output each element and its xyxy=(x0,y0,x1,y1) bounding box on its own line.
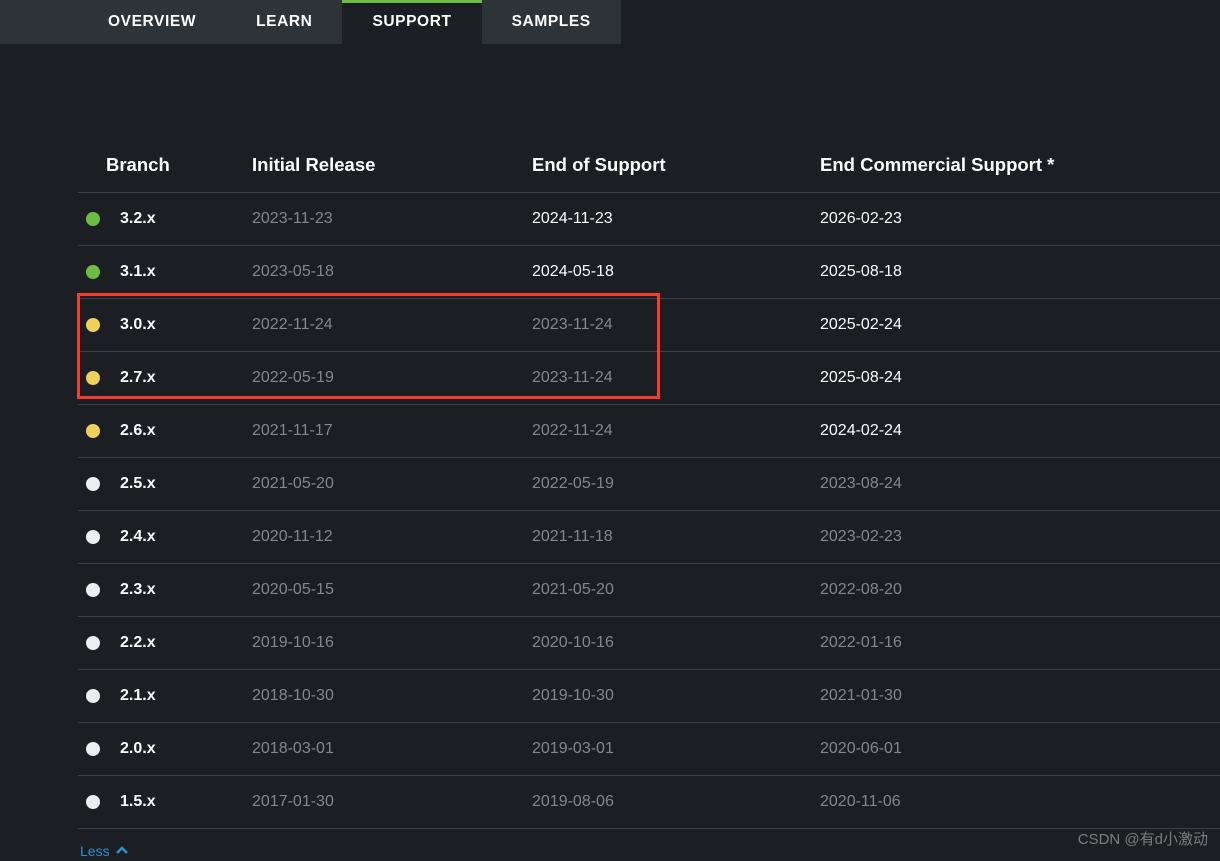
table-row: 2.5.x2021-05-202022-05-192023-08-24 xyxy=(78,458,1220,511)
status-dot-icon xyxy=(86,636,100,650)
chevron-up-icon xyxy=(116,845,128,857)
end-commercial-support-cell: 2025-08-24 xyxy=(820,369,1220,387)
status-dot-icon xyxy=(86,371,100,385)
table-row: 3.2.x2023-11-232024-11-232026-02-23 xyxy=(78,193,1220,246)
status-dot-icon xyxy=(86,742,100,756)
branch-name[interactable]: 2.3.x xyxy=(78,581,252,599)
table-row: 3.1.x2023-05-182024-05-182025-08-18 xyxy=(78,246,1220,299)
table-row: 1.5.x2017-01-302019-08-062020-11-06 xyxy=(78,776,1220,829)
status-dot-icon xyxy=(86,795,100,809)
end-commercial-support-cell: 2025-08-18 xyxy=(820,263,1220,281)
branch-name[interactable]: 3.0.x xyxy=(78,316,252,334)
status-dot-icon xyxy=(86,212,100,226)
branch-name[interactable]: 2.1.x xyxy=(78,687,252,705)
tab-support[interactable]: SUPPORT xyxy=(342,0,481,44)
tabs-bar: OVERVIEW LEARN SUPPORT SAMPLES xyxy=(78,0,621,44)
initial-release-cell: 2020-11-12 xyxy=(252,528,532,546)
end-of-support-cell: 2021-11-18 xyxy=(532,528,820,546)
branch-name[interactable]: 2.0.x xyxy=(78,740,252,758)
branch-name[interactable]: 2.5.x xyxy=(78,475,252,493)
branch-name[interactable]: 3.1.x xyxy=(78,263,252,281)
initial-release-cell: 2019-10-16 xyxy=(252,634,532,652)
tab-overview[interactable]: OVERVIEW xyxy=(78,0,226,44)
status-dot-icon xyxy=(86,477,100,491)
branch-name[interactable]: 2.7.x xyxy=(78,369,252,387)
end-of-support-cell: 2023-11-24 xyxy=(532,316,820,334)
table-row: 2.1.x2018-10-302019-10-302021-01-30 xyxy=(78,670,1220,723)
end-of-support-cell: 2020-10-16 xyxy=(532,634,820,652)
th-initial: Initial Release xyxy=(252,154,532,176)
initial-release-cell: 2023-11-23 xyxy=(252,210,532,228)
status-dot-icon xyxy=(86,689,100,703)
watermark-text: CSDN @有d小激动 xyxy=(1078,828,1208,849)
end-of-support-cell: 2024-05-18 xyxy=(532,263,820,281)
end-of-support-cell: 2022-05-19 xyxy=(532,475,820,493)
status-dot-icon xyxy=(86,583,100,597)
tab-learn[interactable]: LEARN xyxy=(226,0,342,44)
end-commercial-support-cell: 2025-02-24 xyxy=(820,316,1220,334)
initial-release-cell: 2021-11-17 xyxy=(252,422,532,440)
end-of-support-cell: 2022-11-24 xyxy=(532,422,820,440)
end-of-support-cell: 2019-08-06 xyxy=(532,793,820,811)
status-dot-icon xyxy=(86,265,100,279)
initial-release-cell: 2021-05-20 xyxy=(252,475,532,493)
table-row: 2.2.x2019-10-162020-10-162022-01-16 xyxy=(78,617,1220,670)
table-row: 2.6.x2021-11-172022-11-242024-02-24 xyxy=(78,405,1220,458)
end-of-support-cell: 2019-03-01 xyxy=(532,740,820,758)
initial-release-cell: 2018-10-30 xyxy=(252,687,532,705)
initial-release-cell: 2022-05-19 xyxy=(252,369,532,387)
initial-release-cell: 2017-01-30 xyxy=(252,793,532,811)
status-dot-icon xyxy=(86,530,100,544)
initial-release-cell: 2020-05-15 xyxy=(252,581,532,599)
end-of-support-cell: 2023-11-24 xyxy=(532,369,820,387)
branch-name[interactable]: 2.4.x xyxy=(78,528,252,546)
end-commercial-support-cell: 2023-08-24 xyxy=(820,475,1220,493)
initial-release-cell: 2022-11-24 xyxy=(252,316,532,334)
support-content: Branch Initial Release End of Support En… xyxy=(0,44,1220,861)
tab-samples[interactable]: SAMPLES xyxy=(482,0,621,44)
branch-name[interactable]: 3.2.x xyxy=(78,210,252,228)
table-row: 2.7.x2022-05-192023-11-242025-08-24 xyxy=(78,352,1220,405)
end-commercial-support-cell: 2021-01-30 xyxy=(820,687,1220,705)
status-dot-icon xyxy=(86,318,100,332)
end-commercial-support-cell: 2023-02-23 xyxy=(820,528,1220,546)
end-commercial-support-cell: 2022-01-16 xyxy=(820,634,1220,652)
status-dot-icon xyxy=(86,424,100,438)
end-of-support-cell: 2019-10-30 xyxy=(532,687,820,705)
support-table: Branch Initial Release End of Support En… xyxy=(78,154,1220,829)
end-commercial-support-cell: 2022-08-20 xyxy=(820,581,1220,599)
table-row: 2.0.x2018-03-012019-03-012020-06-01 xyxy=(78,723,1220,776)
initial-release-cell: 2023-05-18 xyxy=(252,263,532,281)
table-row: 3.0.x2022-11-242023-11-242025-02-24 xyxy=(78,299,1220,352)
th-eos: End of Support xyxy=(532,154,820,176)
th-branch: Branch xyxy=(78,154,252,176)
end-commercial-support-cell: 2026-02-23 xyxy=(820,210,1220,228)
table-header-row: Branch Initial Release End of Support En… xyxy=(78,154,1220,193)
end-commercial-support-cell: 2024-02-24 xyxy=(820,422,1220,440)
less-toggle[interactable]: Less xyxy=(80,843,128,859)
branch-name[interactable]: 1.5.x xyxy=(78,793,252,811)
table-row: 2.4.x2020-11-122021-11-182023-02-23 xyxy=(78,511,1220,564)
end-of-support-cell: 2021-05-20 xyxy=(532,581,820,599)
end-commercial-support-cell: 2020-11-06 xyxy=(820,793,1220,811)
table-row: 2.3.x2020-05-152021-05-202022-08-20 xyxy=(78,564,1220,617)
initial-release-cell: 2018-03-01 xyxy=(252,740,532,758)
th-ecs: End Commercial Support * xyxy=(820,154,1220,176)
end-of-support-cell: 2024-11-23 xyxy=(532,210,820,228)
end-commercial-support-cell: 2020-06-01 xyxy=(820,740,1220,758)
less-label: Less xyxy=(80,843,110,859)
branch-name[interactable]: 2.2.x xyxy=(78,634,252,652)
branch-name[interactable]: 2.6.x xyxy=(78,422,252,440)
